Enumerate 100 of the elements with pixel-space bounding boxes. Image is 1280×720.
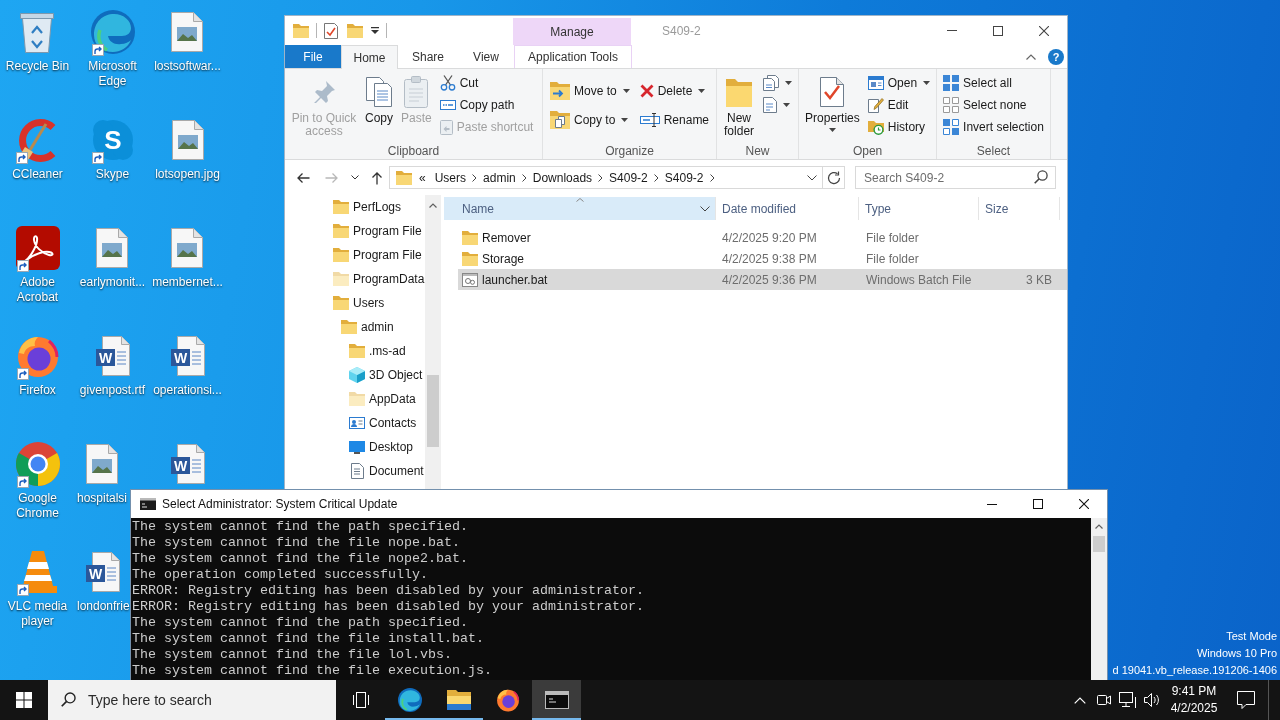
address-bar[interactable]: « Users admin Downloads S409-2 S409-2 [389, 166, 823, 189]
scrollbar[interactable] [1091, 518, 1107, 680]
chevron-right-icon [598, 173, 604, 182]
help-button[interactable]: ? [1048, 49, 1064, 65]
tab-group-header: Manage [513, 18, 631, 45]
file-row[interactable]: launcher.bat 4/2/2025 9:36 PM Windows Batch File 3 KB [458, 269, 1067, 290]
file-row[interactable]: Storage 4/2/2025 9:38 PM File folder [458, 248, 1067, 269]
nav-item[interactable]: AppData [349, 387, 425, 411]
ribbon-button[interactable]: Cut [436, 72, 537, 94]
refresh-button[interactable] [823, 166, 845, 189]
ribbon-button[interactable]: Copy path [436, 94, 537, 116]
column-header[interactable]: Date modified [716, 197, 859, 220]
ribbon-button[interactable]: New folder [720, 72, 759, 141]
breadcrumb[interactable]: S409-2 [604, 170, 653, 185]
chevron-down-icon [351, 175, 359, 180]
image-file-icon [171, 228, 204, 268]
nav-item[interactable]: Contacts [349, 411, 425, 435]
nav-item[interactable]: Program File [333, 219, 425, 243]
breadcrumb[interactable]: S409-2 [659, 170, 709, 185]
nav-item[interactable]: .ms-ad [349, 339, 425, 363]
system-notice-text: Windows 10 Pro [1196, 646, 1277, 661]
ribbon-tab[interactable]: Share [398, 45, 458, 68]
console-line: The operation completed successfully. [132, 567, 428, 583]
recycle-bin-icon [19, 11, 56, 53]
ribbon-tab[interactable]: File [285, 45, 341, 68]
checked-page-icon[interactable] [324, 22, 338, 39]
file-row[interactable]: Remover 4/2/2025 9:20 PM File folder [458, 227, 1067, 248]
nav-item[interactable]: Document [349, 459, 425, 483]
notification-icon[interactable] [1237, 691, 1255, 709]
ribbon-button[interactable]: Copy [362, 72, 396, 128]
pin-icon [313, 81, 335, 103]
terminal-icon [140, 498, 156, 510]
clock[interactable]: 9:41 PM 4/2/2025 [1164, 680, 1224, 720]
customize-caret-icon[interactable] [371, 27, 379, 34]
folder-pages-icon [550, 110, 570, 129]
folder-clock-icon [867, 119, 884, 135]
back-arrow-icon [296, 171, 310, 184]
chevron-down-icon[interactable] [807, 174, 817, 181]
search-field[interactable]: Type here to search [48, 680, 336, 720]
ribbon-button[interactable]: Delete [635, 76, 714, 105]
console-line: The system cannot find the path specified. [132, 615, 468, 631]
ribbon-tab[interactable]: View [458, 45, 514, 68]
minimize-icon [947, 30, 957, 31]
window-title: S409-2 [662, 22, 701, 40]
scrollbar[interactable] [425, 195, 441, 489]
ribbon-button[interactable]: Rename [635, 105, 714, 134]
breadcrumb[interactable]: admin [478, 170, 521, 185]
folder-icon [396, 170, 412, 185]
file-item[interactable]: W givenpost.rtf [79, 326, 146, 398]
nav-item[interactable]: 3D Object [349, 363, 425, 387]
scroll-up-icon[interactable] [429, 203, 437, 208]
ribbon-button[interactable]: Invert selection [940, 116, 1047, 138]
ribbon-button[interactable]: Properties [802, 72, 863, 135]
letter-logo-icon: S [90, 118, 135, 162]
maximize-icon [993, 25, 1003, 36]
console-line: The system cannot find the file execution.js. [132, 663, 492, 679]
nav-item[interactable]: PerfLogs [333, 195, 425, 219]
gears-file-icon [462, 272, 478, 287]
ribbon-button[interactable]: Copy to [546, 105, 634, 134]
terminal-icon [544, 691, 569, 709]
search-field[interactable]: Search S409-2 [855, 166, 1056, 189]
column-header[interactable]: Type [859, 197, 979, 220]
file-item[interactable]: W operationsi... [153, 326, 222, 398]
folder-icon [462, 251, 478, 266]
file-item[interactable]: W [163, 434, 212, 488]
scrollbar-thumb[interactable] [1093, 536, 1105, 552]
taskbar-button[interactable] [532, 680, 581, 720]
network-icon[interactable] [1119, 692, 1137, 708]
ribbon-button[interactable]: Select none [940, 94, 1047, 116]
camera-icon[interactable] [1097, 695, 1111, 705]
app-shortcut[interactable]: S Skype [88, 110, 137, 182]
ribbon-button[interactable]: History [864, 116, 934, 138]
file-item[interactable]: W londonfrie [77, 542, 130, 614]
system-notice-text: Test Mode [1226, 629, 1277, 644]
nav-item[interactable]: ProgramData [333, 267, 425, 291]
breadcrumb-overflow[interactable]: « [415, 170, 430, 185]
ribbon-tab[interactable]: Home [341, 45, 398, 69]
nav-item[interactable]: Program File [333, 243, 425, 267]
ribbon-button[interactable]: Open [864, 72, 934, 94]
nav-item[interactable]: admin [341, 315, 425, 339]
speaker-icon[interactable] [1144, 692, 1160, 708]
scroll-up-icon[interactable] [1095, 524, 1103, 529]
column-header[interactable]: Size [979, 197, 1060, 220]
ribbon-button[interactable]: Select all [940, 72, 1047, 94]
ribbon-group-label: New [744, 143, 771, 159]
folder-arrow-icon [550, 81, 570, 100]
ribbon-button[interactable]: Move to [546, 76, 634, 105]
nav-item[interactable]: Desktop [349, 435, 425, 459]
console-line: ERROR: Registry editing has been disabled by your administrator. [132, 599, 644, 615]
refresh-icon [826, 170, 841, 185]
ribbon-button[interactable]: Edit [864, 94, 934, 116]
nav-item[interactable]: Users [333, 291, 425, 315]
file-date: 4/2/2025 9:20 PM [721, 230, 818, 245]
chevron-down-icon [700, 206, 710, 212]
breadcrumb[interactable]: Downloads [527, 170, 598, 185]
scrollbar-thumb[interactable] [427, 375, 439, 447]
file-name: Remover [482, 230, 531, 245]
column-header[interactable]: Name [444, 197, 716, 220]
breadcrumb[interactable]: Users [429, 170, 472, 185]
search-icon [61, 692, 76, 707]
